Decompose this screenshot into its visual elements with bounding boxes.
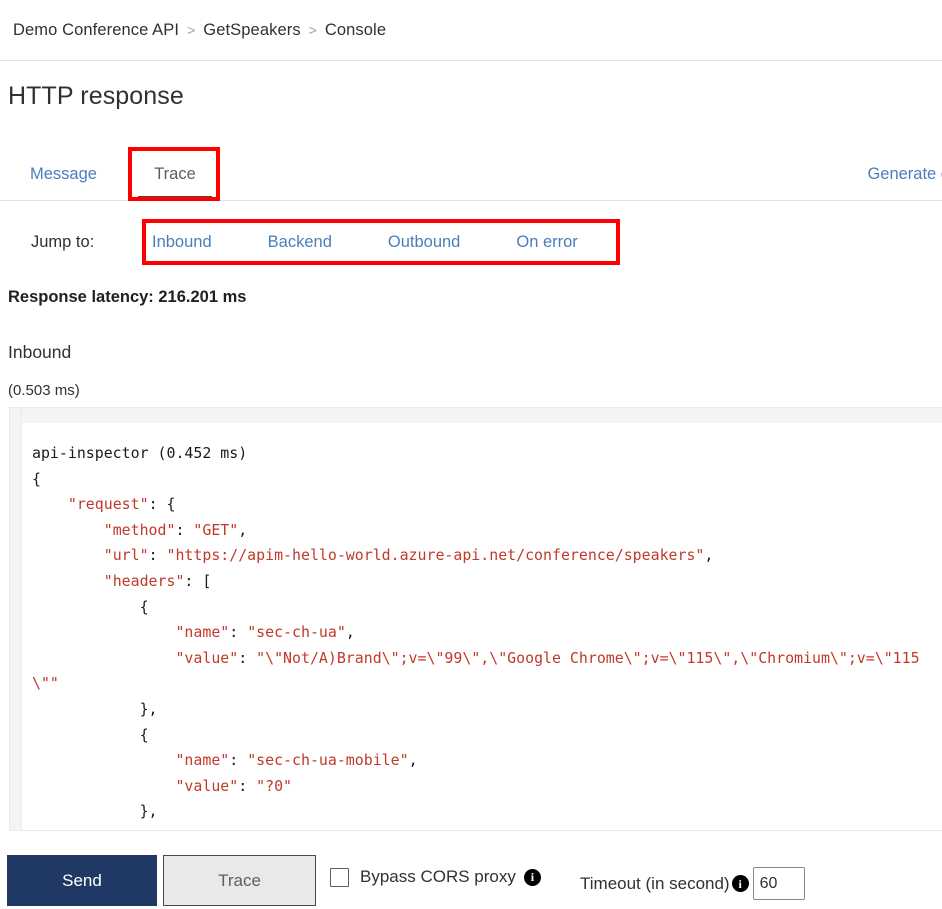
- breadcrumb-separator: >: [187, 22, 196, 38]
- trace-code-block[interactable]: api-inspector (0.452 ms) { "request": { …: [9, 407, 942, 831]
- page-title: HTTP response: [8, 82, 184, 110]
- jump-link-outbound[interactable]: Outbound: [388, 233, 460, 252]
- code-block-gutter: [10, 408, 22, 830]
- breadcrumb-separator: >: [308, 22, 317, 38]
- jump-link-on-error[interactable]: On error: [516, 233, 577, 252]
- code-block-top-band: [10, 408, 942, 423]
- tab-trace[interactable]: Trace: [130, 148, 220, 200]
- section-duration-inbound: (0.503 ms): [8, 382, 80, 399]
- timeout-group: Timeout (in second) i: [580, 867, 805, 900]
- response-latency: Response latency: 216.201 ms: [8, 288, 247, 306]
- breadcrumb-item-api[interactable]: Demo Conference API: [13, 21, 179, 40]
- breadcrumb: Demo Conference API > GetSpeakers > Cons…: [0, 0, 942, 61]
- info-icon-bypass-cors[interactable]: i: [523, 868, 541, 886]
- trace-button[interactable]: Trace: [163, 855, 316, 906]
- jump-link-backend[interactable]: Backend: [268, 233, 332, 252]
- tab-strip: Message Trace Generate d: [0, 148, 942, 201]
- jump-to-row: Jump to: Inbound Backend Outbound On err…: [0, 219, 942, 265]
- send-button[interactable]: Send: [7, 855, 157, 906]
- timeout-label: Timeout (in second): [580, 873, 730, 893]
- bypass-cors-label: Bypass CORS proxy: [360, 867, 516, 886]
- info-icon-timeout[interactable]: i: [731, 875, 749, 892]
- bypass-cors-checkbox[interactable]: [330, 867, 349, 887]
- breadcrumb-item-console: Console: [324, 20, 387, 39]
- breadcrumb-item-operation[interactable]: GetSpeakers: [203, 21, 300, 40]
- console-toolbar: Send Trace Bypass CORS proxy i Timeout (…: [0, 853, 942, 909]
- section-heading-inbound: Inbound: [8, 342, 72, 362]
- tab-message[interactable]: Message: [16, 148, 111, 200]
- timeout-input[interactable]: [752, 867, 805, 900]
- code-content: api-inspector (0.452 ms) { "request": { …: [23, 423, 942, 830]
- jump-link-inbound[interactable]: Inbound: [152, 233, 212, 252]
- bypass-cors-group: Bypass CORS proxy i: [330, 867, 541, 887]
- generate-definition-link[interactable]: Generate d: [867, 148, 942, 200]
- jump-to-label: Jump to:: [31, 232, 95, 251]
- jump-to-links: Inbound Backend Outbound On error: [152, 219, 578, 265]
